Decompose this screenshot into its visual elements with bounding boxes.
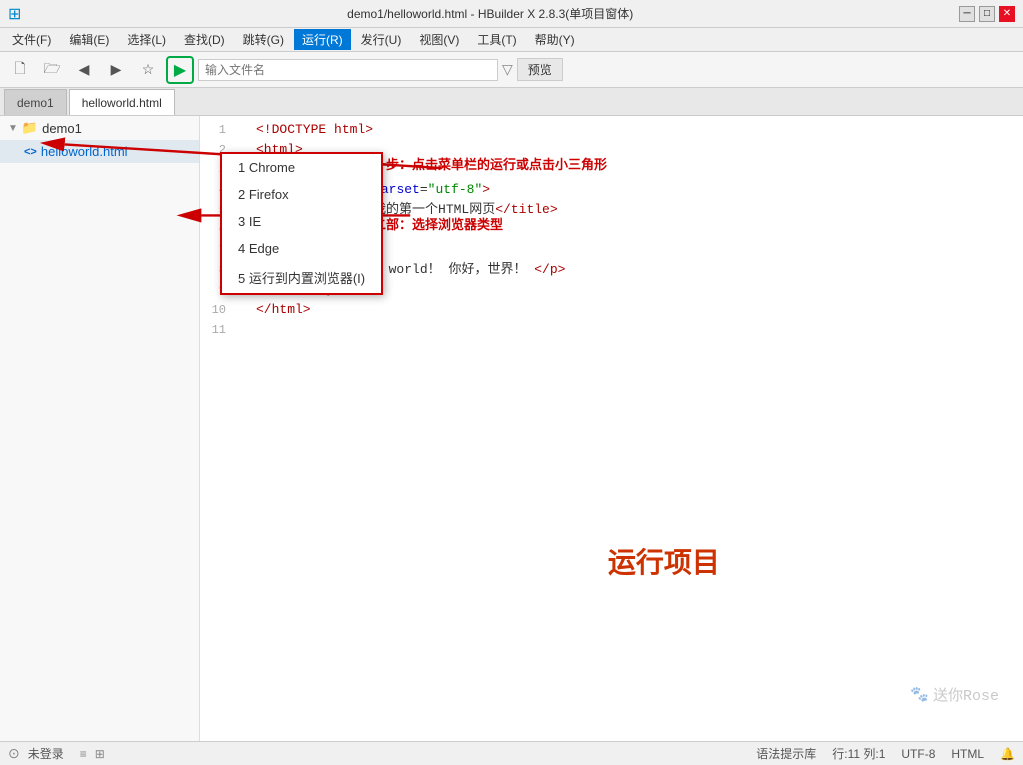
menu-find[interactable]: 查找(D)	[176, 29, 233, 50]
syntax-hints: 语法提示库	[756, 745, 816, 762]
open-button[interactable]: 🗁	[38, 56, 66, 84]
run-dropdown-menu: 1 Chrome 2 Firefox 3 IE 4 Edge 5 运行到内置浏览…	[220, 152, 383, 295]
status-right: 语法提示库 行:11 列:1 UTF-8 HTML 🔔	[756, 745, 1015, 762]
file-label: helloworld.html	[41, 144, 128, 159]
app-icon: ⊞	[8, 4, 21, 24]
status-bar: ⊙ 未登录 ≡ ⊞ 语法提示库 行:11 列:1 UTF-8 HTML 🔔	[0, 741, 1023, 765]
preview-button[interactable]: 预览	[517, 58, 563, 81]
menu-help[interactable]: 帮助(Y)	[527, 29, 583, 50]
status-icon: ⊙	[8, 745, 20, 762]
menu-bar: 文件(F) 编辑(E) 选择(L) 查找(D) 跳转(G) 运行(R) 发行(U…	[0, 28, 1023, 52]
login-status[interactable]: 未登录	[28, 745, 64, 762]
folder-icon: 📁	[22, 120, 38, 136]
dropdown-builtin-label: 5 运行到内置浏览器(I)	[238, 268, 365, 287]
status-list-icon: ≡	[80, 747, 87, 761]
menu-edit[interactable]: 编辑(E)	[61, 29, 117, 50]
run-project-label: 运行项目	[608, 541, 720, 581]
menu-file[interactable]: 文件(F)	[4, 29, 59, 50]
status-left: ⊙ 未登录 ≡ ⊞	[8, 745, 105, 762]
code-line-11: 11	[200, 320, 1023, 340]
dropdown-item-chrome[interactable]: 1 Chrome	[222, 154, 381, 181]
forward-button[interactable]: ▶	[102, 56, 130, 84]
menu-run[interactable]: 运行(R)	[294, 29, 351, 50]
close-button[interactable]: ✕	[999, 6, 1015, 22]
code-line-1: 1 <!DOCTYPE html>	[200, 120, 1023, 140]
folder-label: demo1	[42, 121, 82, 136]
title-bar-left: ⊞	[8, 4, 21, 24]
tab-demo1[interactable]: demo1	[4, 89, 67, 115]
filter-icon: ▽	[502, 61, 513, 78]
toolbar-search-area: ▽ 预览	[198, 58, 1017, 81]
cursor-position: 行:11 列:1	[832, 745, 885, 762]
file-type: HTML	[951, 747, 984, 761]
run-button[interactable]: ▶	[166, 56, 194, 84]
toolbar: 🗋 🗁 ◀ ▶ ☆ ▶ ▽ 预览	[0, 52, 1023, 88]
maximize-button[interactable]: □	[979, 6, 995, 22]
file-search-input[interactable]	[198, 59, 498, 81]
dropdown-item-edge[interactable]: 4 Edge	[222, 235, 381, 262]
tab-bar: demo1 helloworld.html	[0, 88, 1023, 116]
sidebar-folder-demo1[interactable]: ▼ 📁 demo1	[0, 116, 199, 140]
menu-tools[interactable]: 工具(T)	[469, 29, 524, 50]
dropdown-item-ie[interactable]: 3 IE	[222, 208, 381, 235]
file-code-icon: <>	[24, 146, 37, 158]
menu-publish[interactable]: 发行(U)	[353, 29, 410, 50]
menu-select[interactable]: 选择(L)	[119, 29, 174, 50]
window-controls: ─ □ ✕	[959, 6, 1015, 22]
menu-jump[interactable]: 跳转(G)	[235, 29, 292, 50]
dropdown-chrome-label: 1 Chrome	[238, 160, 295, 175]
back-button[interactable]: ◀	[70, 56, 98, 84]
dropdown-item-builtin[interactable]: 5 运行到内置浏览器(I)	[222, 262, 381, 293]
bookmark-button[interactable]: ☆	[134, 56, 162, 84]
watermark-icon: 🐾	[910, 685, 929, 704]
sidebar-file-helloworld[interactable]: <> helloworld.html	[0, 140, 199, 163]
menu-view[interactable]: 视图(V)	[411, 29, 467, 50]
code-line-10: 10 </html>	[200, 300, 1023, 320]
dropdown-item-firefox[interactable]: 2 Firefox	[222, 181, 381, 208]
folder-arrow-icon: ▼	[8, 123, 18, 134]
window-title: demo1/helloworld.html - HBuilder X 2.8.3…	[21, 5, 959, 22]
encoding: UTF-8	[901, 747, 935, 761]
dropdown-firefox-label: 2 Firefox	[238, 187, 289, 202]
title-bar: ⊞ demo1/helloworld.html - HBuilder X 2.8…	[0, 0, 1023, 28]
status-grid-icon: ⊞	[95, 747, 105, 761]
bell-icon: 🔔	[1000, 747, 1015, 761]
main-area: ▼ 📁 demo1 <> helloworld.html 1 <!DOCTYPE…	[0, 116, 1023, 741]
dropdown-edge-label: 4 Edge	[238, 241, 279, 256]
sidebar: ▼ 📁 demo1 <> helloworld.html	[0, 116, 200, 741]
watermark: 🐾 送你Rose	[910, 684, 999, 705]
new-file-button[interactable]: 🗋	[6, 56, 34, 84]
watermark-text: 送你Rose	[933, 684, 999, 705]
tab-helloworld[interactable]: helloworld.html	[69, 89, 175, 115]
minimize-button[interactable]: ─	[959, 6, 975, 22]
dropdown-ie-label: 3 IE	[238, 214, 261, 229]
